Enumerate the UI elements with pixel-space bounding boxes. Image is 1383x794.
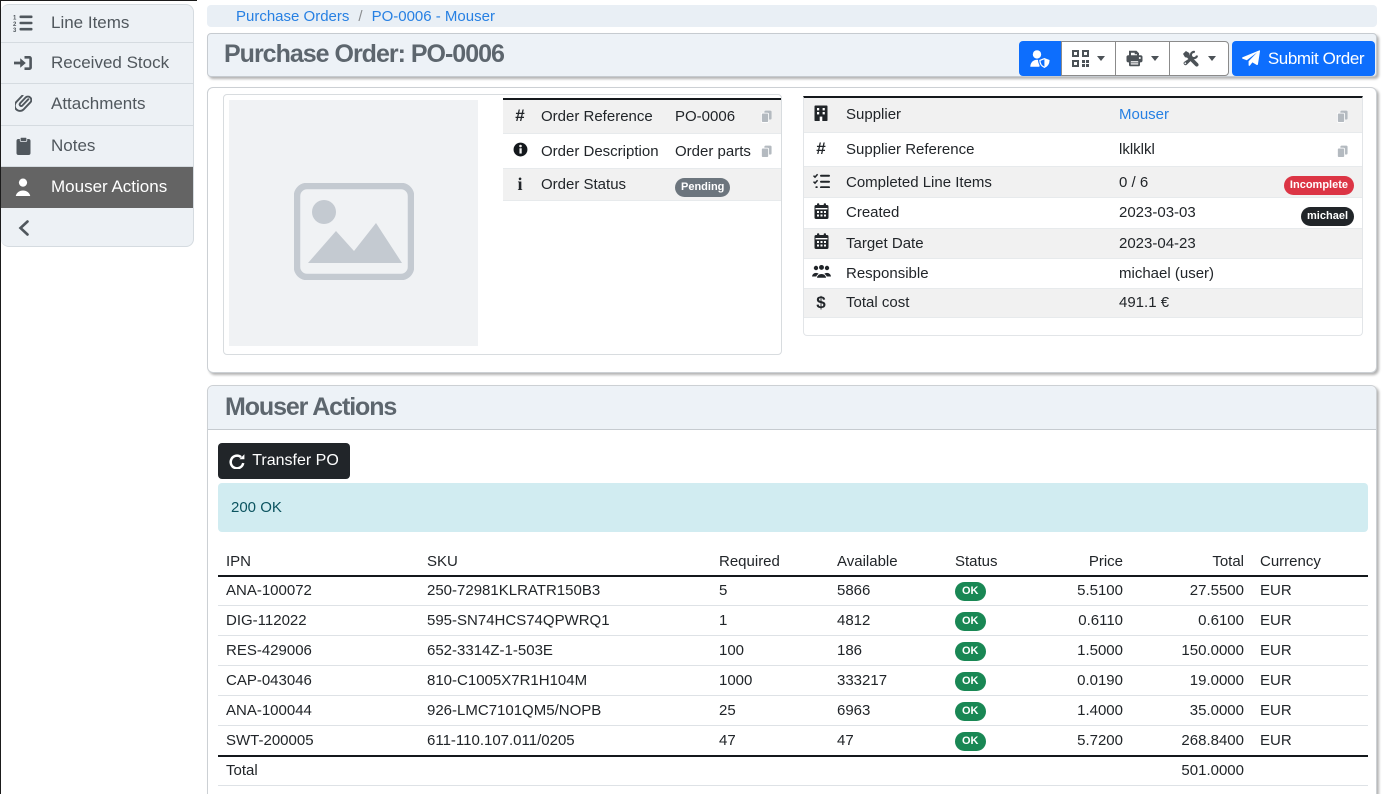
svg-text:1: 1 [13,16,17,22]
svg-text:3: 3 [13,28,17,32]
